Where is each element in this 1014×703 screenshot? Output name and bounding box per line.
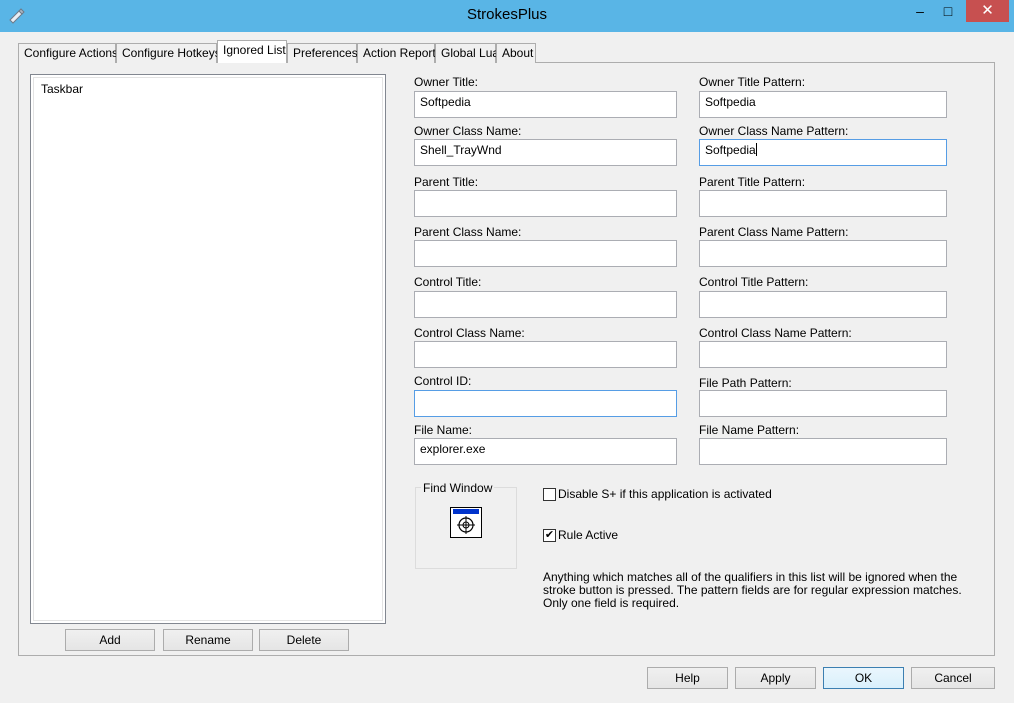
find-window-label: Find Window xyxy=(421,481,495,495)
find-window-tool[interactable] xyxy=(450,507,482,538)
parent-title-label: Parent Title: xyxy=(414,175,479,189)
parent-title-pattern-field[interactable] xyxy=(699,190,947,217)
owner-class-name-pattern-value: Softpedia xyxy=(705,143,756,157)
file-path-pattern-field[interactable] xyxy=(699,390,947,417)
help-button[interactable]: Help xyxy=(647,667,728,689)
file-name-field[interactable]: explorer.exe xyxy=(414,438,677,465)
control-class-name-pattern-field[interactable] xyxy=(699,341,947,368)
ok-button[interactable]: OK xyxy=(823,667,904,689)
ignored-list[interactable]: Taskbar xyxy=(30,74,386,624)
apply-button[interactable]: Apply xyxy=(735,667,816,689)
rename-button[interactable]: Rename xyxy=(163,629,253,651)
control-title-pattern-label: Control Title Pattern: xyxy=(699,275,809,289)
tab-ignored-list[interactable]: Ignored List xyxy=(217,40,287,63)
owner-class-name-pattern-field[interactable]: Softpedia xyxy=(699,139,947,166)
title-bar: StrokesPlus – □ ✕ xyxy=(0,0,1014,32)
parent-title-pattern-label: Parent Title Pattern: xyxy=(699,175,806,189)
delete-button[interactable]: Delete xyxy=(259,629,349,651)
control-id-label: Control ID: xyxy=(414,374,472,388)
disable-splus-label: Disable S+ if this application is activa… xyxy=(558,487,772,501)
tab-configure-hotkeys[interactable]: Configure Hotkeys xyxy=(116,43,221,63)
tab-global-lua[interactable]: Global Lua xyxy=(435,43,499,63)
control-title-label: Control Title: xyxy=(414,275,482,289)
crosshair-target-icon xyxy=(457,516,475,534)
file-name-label: File Name: xyxy=(414,423,473,437)
add-button[interactable]: Add xyxy=(65,629,155,651)
file-name-pattern-field[interactable] xyxy=(699,438,947,465)
disable-splus-checkbox[interactable] xyxy=(543,488,556,501)
parent-title-field[interactable] xyxy=(414,190,677,217)
info-text: Anything which matches all of the qualif… xyxy=(543,570,962,610)
rule-active-checkbox[interactable]: ✔ xyxy=(543,529,556,542)
tab-configure-actions[interactable]: Configure Actions xyxy=(18,43,118,63)
file-name-pattern-label: File Name Pattern: xyxy=(699,423,800,437)
cancel-button[interactable]: Cancel xyxy=(911,667,995,689)
control-id-field[interactable] xyxy=(414,390,677,417)
parent-class-name-pattern-label: Parent Class Name Pattern: xyxy=(699,225,849,239)
owner-class-name-label: Owner Class Name: xyxy=(414,124,522,138)
tab-about[interactable]: About xyxy=(496,43,536,63)
text-cursor xyxy=(755,143,757,156)
parent-class-name-pattern-field[interactable] xyxy=(699,240,947,267)
list-item[interactable]: Taskbar xyxy=(39,81,85,97)
control-title-field[interactable] xyxy=(414,291,677,318)
parent-class-name-field[interactable] xyxy=(414,240,677,267)
owner-title-pattern-label: Owner Title Pattern: xyxy=(699,75,806,89)
control-class-name-label: Control Class Name: xyxy=(414,326,525,340)
tab-action-report[interactable]: Action Report xyxy=(357,43,436,63)
close-button[interactable]: ✕ xyxy=(966,0,1009,22)
ignored-list-frame: Taskbar xyxy=(33,77,383,621)
file-path-pattern-label: File Path Pattern: xyxy=(699,376,792,390)
owner-title-label: Owner Title: xyxy=(414,75,479,89)
maximize-button[interactable]: □ xyxy=(934,0,962,22)
owner-class-name-pattern-label: Owner Class Name Pattern: xyxy=(699,124,849,138)
rule-active-label: Rule Active xyxy=(558,528,619,542)
window-title: StrokesPlus xyxy=(466,6,548,23)
owner-class-name-field[interactable]: Shell_TrayWnd xyxy=(414,139,677,166)
parent-class-name-label: Parent Class Name: xyxy=(414,225,522,239)
control-class-name-pattern-label: Control Class Name Pattern: xyxy=(699,326,852,340)
minimize-button[interactable]: – xyxy=(906,0,934,22)
control-class-name-field[interactable] xyxy=(414,341,677,368)
owner-title-field[interactable]: Softpedia xyxy=(414,91,677,118)
tab-preferences[interactable]: Preferences xyxy=(287,43,358,63)
owner-title-pattern-field[interactable]: Softpedia xyxy=(699,91,947,118)
control-title-pattern-field[interactable] xyxy=(699,291,947,318)
